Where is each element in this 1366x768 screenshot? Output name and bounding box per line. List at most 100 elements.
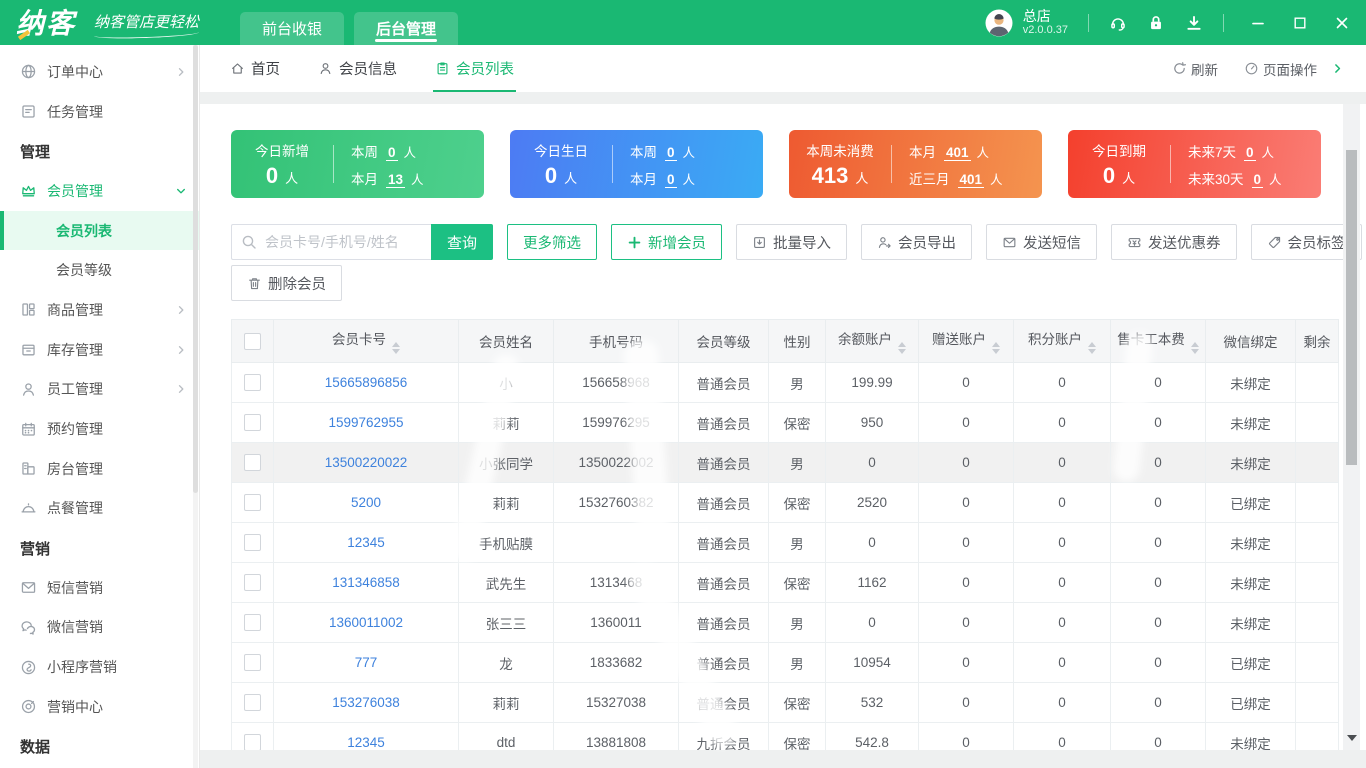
lock-icon[interactable]: [1147, 14, 1165, 32]
sidebar-item-tasks[interactable]: 任务管理: [0, 92, 199, 132]
download-icon[interactable]: [1185, 14, 1203, 32]
tab-home[interactable]: 首页: [230, 45, 280, 92]
sort-desc-icon[interactable]: [392, 349, 400, 354]
member-card-link[interactable]: 13500220022: [325, 455, 408, 470]
member-card-link[interactable]: 1360011002: [329, 615, 403, 630]
stat-card-new-members-today[interactable]: 今日新增 0 人本周 0 人本月 13 人: [231, 130, 484, 198]
member-card-link[interactable]: 12345: [347, 735, 385, 750]
store-name[interactable]: 总店: [1023, 8, 1068, 24]
row-checkbox[interactable]: [244, 534, 261, 551]
sort-toggle[interactable]: [992, 342, 1000, 354]
sidebar-item-wechat-marketing[interactable]: 微信营销: [0, 608, 199, 648]
close-button[interactable]: [1334, 15, 1350, 31]
sidebar-item-inventory[interactable]: 库存管理: [0, 330, 199, 370]
sort-asc-icon[interactable]: [992, 342, 1000, 347]
member-card-link[interactable]: 15665896856: [325, 375, 408, 390]
stat-card-no-spend-this-week[interactable]: 本周未消费 413 人本月 401 人近三月 401 人: [789, 130, 1042, 198]
stat-detail-value[interactable]: 0: [1251, 172, 1264, 188]
send-sms-button[interactable]: 发送短信: [986, 224, 1097, 260]
stat-detail-value[interactable]: 0: [665, 172, 677, 188]
member-card-link[interactable]: 131346858: [332, 575, 400, 590]
sort-asc-icon[interactable]: [392, 342, 400, 347]
sidebar-item-miniprogram-marketing[interactable]: 小程序营销: [0, 647, 199, 687]
sort-toggle[interactable]: [1190, 342, 1199, 354]
column-header[interactable]: 赠送账户: [918, 319, 1014, 363]
sidebar-item-marketing-center[interactable]: 营销中心: [0, 687, 199, 727]
row-checkbox[interactable]: [244, 694, 261, 711]
member-card-link[interactable]: 1599762955: [328, 415, 403, 430]
member-card-link[interactable]: 777: [355, 655, 378, 670]
nav-tab-front-cashier[interactable]: 前台收银: [240, 12, 344, 45]
row-checkbox[interactable]: [244, 374, 261, 391]
minimize-button[interactable]: [1250, 15, 1266, 31]
stat-detail-value[interactable]: 0: [1244, 145, 1256, 161]
sidebar-item-staff[interactable]: 员工管理: [0, 370, 199, 410]
sidebar-item-rooms[interactable]: 房台管理: [0, 449, 199, 489]
row-checkbox[interactable]: [244, 494, 261, 511]
sort-desc-icon[interactable]: [1190, 349, 1199, 354]
batch-import-button[interactable]: 批量导入: [736, 224, 847, 260]
row-checkbox[interactable]: [244, 414, 261, 431]
stat-detail-value[interactable]: 0: [386, 145, 398, 161]
tab-member-info[interactable]: 会员信息: [318, 45, 397, 92]
row-checkbox[interactable]: [244, 734, 261, 750]
sort-asc-icon[interactable]: [1190, 342, 1199, 347]
member-card-link[interactable]: 12345: [347, 535, 385, 550]
member-export-button[interactable]: 会员导出: [861, 224, 972, 260]
row-checkbox[interactable]: [244, 614, 261, 631]
column-label: 剩余: [1303, 335, 1331, 350]
sort-desc-icon[interactable]: [992, 349, 1000, 354]
scrollbar-thumb[interactable]: [1346, 150, 1357, 465]
nav-tab-backoffice[interactable]: 后台管理: [354, 12, 458, 45]
sort-asc-icon[interactable]: [1088, 342, 1096, 347]
column-header[interactable]: 会员卡号: [273, 319, 459, 363]
sort-desc-icon[interactable]: [1088, 349, 1096, 354]
avatar[interactable]: [985, 9, 1013, 37]
stat-detail-value[interactable]: 401: [957, 172, 985, 188]
member-card-link[interactable]: 5200: [351, 495, 381, 510]
query-button[interactable]: 查询: [431, 224, 493, 260]
chevron-right-icon[interactable]: [1331, 62, 1344, 75]
stat-detail-value[interactable]: 401: [944, 145, 971, 161]
row-checkbox[interactable]: [244, 454, 261, 471]
sort-asc-icon[interactable]: [898, 342, 906, 347]
support-icon[interactable]: [1109, 14, 1127, 32]
sort-toggle[interactable]: [898, 342, 906, 354]
select-all-checkbox[interactable]: [244, 332, 261, 350]
column-header[interactable]: 售卡工本费: [1110, 319, 1206, 363]
sidebar-item-dining[interactable]: 点餐管理: [0, 489, 199, 529]
row-checkbox[interactable]: [244, 574, 261, 591]
scrollbar-down-arrow[interactable]: [1346, 735, 1357, 741]
add-member-button[interactable]: 新增会员: [611, 224, 722, 260]
maximize-button[interactable]: [1292, 15, 1308, 31]
stat-detail-value[interactable]: 0: [665, 145, 677, 161]
stat-card-birthdays-today[interactable]: 今日生日 0 人本周 0 人本月 0 人: [510, 130, 763, 198]
stat-card-expiring-today[interactable]: 今日到期 0 人未来7天 0 人未来30天 0 人: [1068, 130, 1321, 198]
member-search-input[interactable]: [231, 224, 431, 260]
member-card-link[interactable]: 153276038: [332, 695, 400, 710]
sidebar-item-members[interactable]: 会员管理: [0, 171, 199, 211]
sidebar-item-sms-marketing[interactable]: 短信营销: [0, 568, 199, 608]
send-coupon-button[interactable]: 发送优惠券: [1111, 224, 1237, 260]
sidebar-item-orders[interactable]: 订单中心: [0, 52, 199, 92]
row-checkbox[interactable]: [244, 654, 261, 671]
tab-member-list[interactable]: 会员列表: [433, 45, 516, 92]
select-all-header[interactable]: [231, 319, 274, 363]
sort-toggle[interactable]: [392, 342, 400, 354]
refresh-button[interactable]: 刷新: [1172, 59, 1218, 79]
sidebar-subitem-member-list[interactable]: 会员列表: [0, 210, 199, 251]
delete-member-button[interactable]: 删除会员: [231, 265, 342, 301]
column-header[interactable]: 积分账户: [1013, 319, 1111, 363]
sort-desc-icon[interactable]: [898, 349, 906, 354]
sort-toggle[interactable]: [1088, 342, 1096, 354]
stat-detail-value[interactable]: 13: [386, 172, 406, 188]
page-actions-button[interactable]: 页面操作: [1244, 59, 1317, 79]
sidebar-subitem-member-level[interactable]: 会员等级: [0, 250, 199, 290]
content-scrollbar[interactable]: [1343, 104, 1360, 750]
sidebar-item-goods[interactable]: 商品管理: [0, 290, 199, 330]
column-header[interactable]: 余额账户: [825, 319, 919, 363]
scrollbar-thumb[interactable]: [193, 45, 198, 494]
sidebar-scrollbar[interactable]: [193, 45, 198, 768]
sidebar-item-reservation[interactable]: 预约管理: [0, 409, 199, 449]
more-filters-button[interactable]: 更多筛选: [507, 224, 597, 260]
